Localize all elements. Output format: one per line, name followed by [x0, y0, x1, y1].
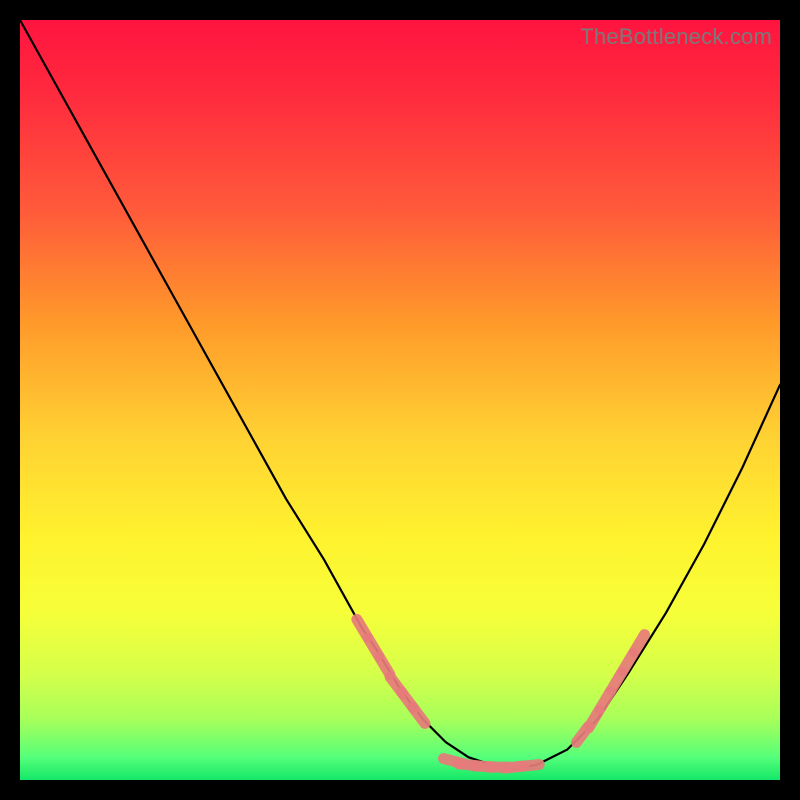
chart-svg [20, 20, 780, 780]
data-markers [357, 619, 645, 768]
plot-area: TheBottleneck.com [20, 20, 780, 780]
chart-stage: TheBottleneck.com [0, 0, 800, 800]
marker-pill [519, 765, 539, 767]
marker-pill [413, 707, 425, 723]
curve-line [20, 20, 780, 769]
